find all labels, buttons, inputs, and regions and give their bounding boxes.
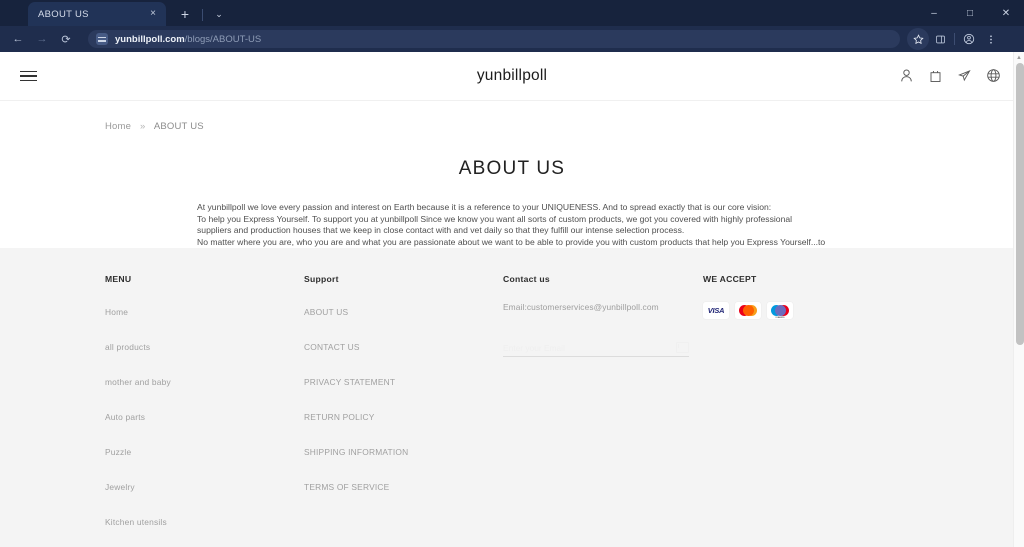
scroll-up-icon[interactable]: ▲ (1014, 52, 1024, 63)
list-item: CONTACT US (304, 337, 503, 355)
about-paragraph: At yunbillpoll we love every passion and… (197, 202, 772, 212)
mastercard-circles (739, 305, 757, 316)
maximize-window-button[interactable]: □ (952, 0, 988, 26)
list-item: Auto parts (105, 407, 304, 425)
send-plane-icon[interactable] (957, 68, 973, 84)
about-paragraph: No matter where you are, who you are and… (197, 236, 826, 247)
footer-link[interactable]: SHIPPING INFORMATION (304, 447, 408, 457)
forward-button[interactable]: → (30, 28, 54, 50)
footer-columns: MENU Home all products mother and baby A… (0, 274, 1024, 547)
footer-link[interactable]: Kitchen utensils (105, 517, 167, 527)
scrollbar-thumb[interactable] (1015, 63, 1024, 345)
footer-column-support: Support ABOUT US CONTACT US PRIVACY STAT… (304, 274, 503, 547)
footer-link[interactable]: mother and baby (105, 377, 171, 387)
close-tab-icon[interactable]: × (146, 7, 160, 21)
list-item: SHIPPING INFORMATION (304, 442, 503, 460)
newsletter-subscribe-form (503, 342, 689, 357)
footer-link[interactable]: RETURN POLICY (304, 412, 375, 422)
split-screen-icon[interactable] (929, 28, 951, 50)
footer-link[interactable]: TERMS OF SERVICE (304, 482, 389, 492)
mastercard-card-icon (735, 302, 761, 319)
reload-button[interactable]: ⟳ (54, 28, 78, 50)
tab-title: ABOUT US (38, 8, 89, 20)
site-settings-icon[interactable] (96, 33, 108, 45)
footer-link[interactable]: PRIVACY STATEMENT (304, 377, 395, 387)
footer-support-list: ABOUT US CONTACT US PRIVACY STATEMENT RE… (304, 302, 503, 495)
list-item: mother and baby (105, 372, 304, 390)
list-item: RETURN POLICY (304, 407, 503, 425)
tab-divider (202, 9, 203, 21)
visa-card-icon: VISA (703, 302, 729, 319)
back-button[interactable]: ← (6, 28, 30, 50)
footer-column-menu: MENU Home all products mother and baby A… (105, 274, 304, 547)
list-item: Home (105, 302, 304, 320)
envelope-submit-icon[interactable] (676, 342, 689, 353)
list-item: ABOUT US (304, 302, 503, 320)
footer-column-we-accept: WE ACCEPT VISA maestro (703, 274, 883, 547)
hamburger-menu-icon[interactable] (20, 70, 42, 82)
site-header: yunbillpoll (0, 52, 1024, 101)
list-item: Kitchen utensils (105, 512, 304, 530)
footer-link[interactable]: Home (105, 307, 128, 317)
page-content: Home » ABOUT US ABOUT US At yunbillpoll … (0, 101, 1024, 248)
footer-link[interactable]: Puzzle (105, 447, 131, 457)
visa-label: VISA (707, 306, 725, 315)
browser-tab-strip: ABOUT US × + ⌄ – □ ✕ (0, 0, 1024, 26)
chevron-down-icon[interactable]: ⌄ (209, 4, 229, 26)
footer-link[interactable]: CONTACT US (304, 342, 360, 352)
footer-column-contact: Contact us Email:customerservices@yunbil… (503, 274, 703, 547)
site-brand-logo[interactable]: yunbillpoll (0, 67, 1024, 85)
we-accept-heading: WE ACCEPT (703, 274, 757, 284)
profile-icon[interactable] (958, 28, 980, 50)
page-title: ABOUT US (458, 158, 566, 179)
address-bar[interactable]: yunbillpoll.com/blogs/ABOUT-US (88, 30, 900, 48)
maestro-card-icon: maestro (767, 302, 793, 319)
toolbar-actions (907, 28, 1002, 50)
list-item: Puzzle (105, 442, 304, 460)
browser-tab-about-us[interactable]: ABOUT US × (28, 2, 166, 26)
site-footer: MENU Home all products mother and baby A… (0, 248, 1024, 547)
footer-support-heading: Support (304, 274, 339, 284)
list-item: PRIVACY STATEMENT (304, 372, 503, 390)
account-icon[interactable] (899, 68, 915, 84)
page-viewport: ▲ yunbillpoll Home » ABOUT US ABOUT US A… (0, 52, 1024, 547)
minimize-window-button[interactable]: – (916, 0, 952, 26)
contact-email-text: Email:customerservices@yunbillpoll.com (503, 302, 659, 312)
globe-language-icon[interactable] (986, 68, 1002, 84)
list-item: Jewelry (105, 477, 304, 495)
breadcrumb: Home » ABOUT US (0, 101, 1024, 132)
breadcrumb-separator: » (140, 121, 146, 132)
bookmark-star-icon[interactable] (907, 28, 929, 50)
page-scrollbar[interactable]: ▲ (1013, 52, 1024, 547)
footer-menu-list: Home all products mother and baby Auto p… (105, 302, 304, 530)
about-paragraph: To help you Express Yourself. To support… (197, 213, 793, 236)
breadcrumb-current: ABOUT US (153, 121, 204, 132)
new-tab-icon[interactable]: + (174, 4, 196, 26)
footer-link[interactable]: Auto parts (105, 412, 145, 422)
address-bar-url: yunbillpoll.com/blogs/ABOUT-US (115, 34, 261, 45)
window-controls: – □ ✕ (916, 0, 1024, 26)
cart-bag-icon[interactable] (928, 68, 944, 84)
list-item: all products (105, 337, 304, 355)
email-field[interactable] (503, 342, 676, 353)
footer-link[interactable]: Jewelry (105, 482, 135, 492)
payment-card-list: VISA maestro (703, 302, 883, 319)
footer-link[interactable]: ABOUT US (304, 307, 348, 317)
browser-window: ABOUT US × + ⌄ – □ ✕ ← → ⟳ yunbillpoll.c… (0, 0, 1024, 547)
browser-toolbar: ← → ⟳ yunbillpoll.com/blogs/ABOUT-US (0, 26, 1024, 52)
browser-menu-icon[interactable] (980, 28, 1002, 50)
about-us-body: At yunbillpoll we love every passion and… (197, 202, 827, 248)
maestro-label: maestro (775, 316, 785, 319)
maestro-circles: maestro (771, 305, 789, 319)
close-window-button[interactable]: ✕ (988, 0, 1024, 26)
url-domain: yunbillpoll.com (115, 33, 185, 45)
footer-contact-heading: Contact us (503, 274, 550, 284)
breadcrumb-home-link[interactable]: Home (105, 121, 131, 132)
list-item: TERMS OF SERVICE (304, 477, 503, 495)
footer-link[interactable]: all products (105, 342, 150, 352)
header-icon-group (899, 68, 1002, 84)
toolbar-divider (954, 33, 955, 45)
url-path: /blogs/ABOUT-US (184, 33, 262, 45)
footer-menu-heading: MENU (105, 274, 132, 284)
